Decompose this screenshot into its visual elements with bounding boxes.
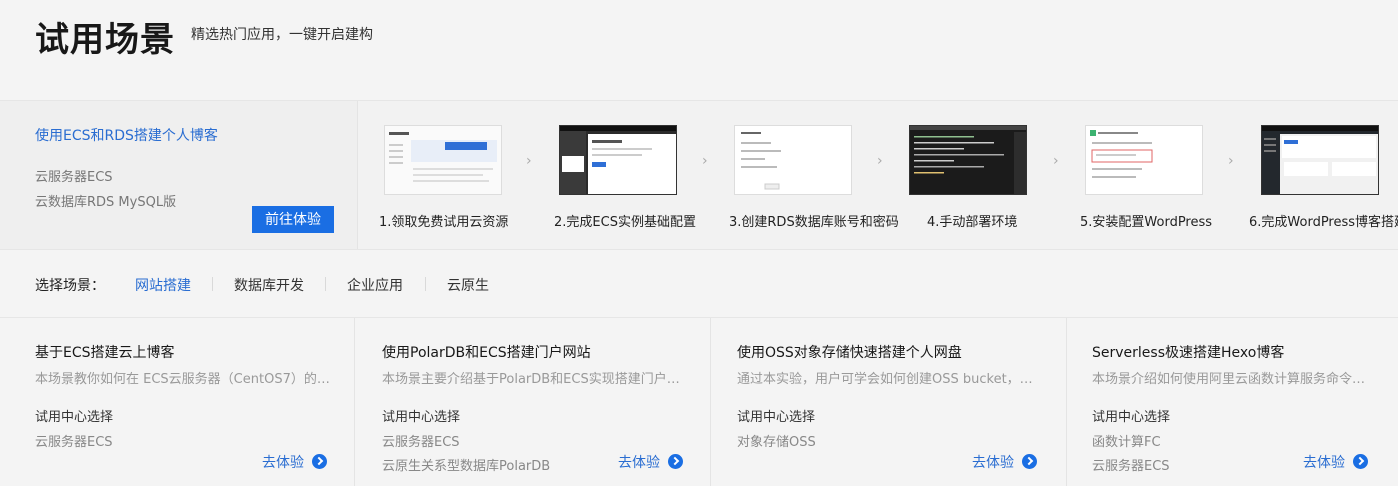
scenario-card: Serverless极速搭建Hexo博客 本场景介绍如何使用阿里云函数计算服务命…: [1068, 318, 1398, 486]
chevron-right-icon: ›: [1228, 153, 1234, 169]
chevron-right-icon: ›: [702, 153, 708, 169]
scenario-card: 使用PolarDB和ECS搭建门户网站 本场景主要介绍基于PolarDB和ECS…: [356, 318, 711, 486]
card-title[interactable]: Serverless极速搭建Hexo博客: [1092, 342, 1284, 362]
try-button[interactable]: 去体验: [972, 452, 1037, 472]
featured-info: 使用ECS和RDS搭建个人博客 云服务器ECS 云数据库RDS MySQL版 前…: [0, 101, 358, 249]
step-label: 4.手动部署环境: [927, 215, 1018, 230]
chevron-right-icon: ›: [526, 153, 532, 169]
step-label: 2.完成ECS实例基础配置: [554, 215, 696, 230]
tab-website[interactable]: 网站搭建: [135, 275, 191, 295]
tab-divider: [325, 277, 326, 291]
card-product: 云服务器ECS: [382, 435, 460, 450]
arrow-circle-icon: [1022, 454, 1037, 469]
step-label: 1.领取免费试用云资源: [379, 215, 509, 230]
card-description: 通过本实验，用户可学会如何创建OSS bucket，并利用OSS搭建个人网盘: [737, 372, 1037, 387]
chevron-right-icon: ›: [1053, 153, 1059, 169]
step-label: 5.安装配置WordPress: [1080, 215, 1213, 230]
page-header: 试用场景 精选热门应用，一键开启建构: [0, 0, 1398, 100]
try-label: 去体验: [972, 455, 1014, 471]
tab-enterprise[interactable]: 企业应用: [347, 275, 403, 295]
card-center-label: 试用中心选择: [1092, 410, 1171, 425]
card-description: 本场景教你如何在 ECS云服务器（CentOS7）的环境中搭建WordPress…: [35, 372, 335, 387]
card-description: 本场景主要介绍基于PolarDB和ECS实现搭建门户网站。: [382, 372, 682, 387]
card-product: 对象存储OSS: [737, 435, 816, 450]
card-center-label: 试用中心选择: [382, 410, 461, 425]
page-title: 试用场景: [35, 20, 175, 60]
try-label: 去体验: [618, 455, 660, 471]
featured-title-link[interactable]: 使用ECS和RDS搭建个人博客: [35, 125, 218, 145]
try-label: 去体验: [1303, 455, 1345, 471]
scenario-tabs: 选择场景： 网站搭建 数据库开发 企业应用 云原生: [0, 250, 1398, 318]
featured-product: 云服务器ECS: [35, 170, 113, 185]
chevron-right-icon: ›: [877, 153, 883, 169]
scenario-card: 使用OSS对象存储快速搭建个人网盘 通过本实验，用户可学会如何创建OSS buc…: [712, 318, 1067, 486]
step-thumbnail: [734, 125, 852, 195]
step-thumbnail: [559, 125, 677, 195]
card-center-label: 试用中心选择: [737, 410, 816, 425]
try-button[interactable]: 去体验: [262, 452, 327, 472]
scenario-card: 基于ECS搭建云上博客 本场景教你如何在 ECS云服务器（CentOS7）的环境…: [0, 318, 355, 486]
page-subtitle: 精选热门应用，一键开启建构: [191, 27, 373, 43]
card-product: 云原生关系型数据库PolarDB: [382, 459, 551, 474]
step-thumbnail: [1085, 125, 1203, 195]
try-now-button[interactable]: 前往体验: [252, 206, 334, 233]
arrow-circle-icon: [312, 454, 327, 469]
try-button[interactable]: 去体验: [618, 452, 683, 472]
tab-database[interactable]: 数据库开发: [234, 275, 304, 295]
arrow-circle-icon: [668, 454, 683, 469]
card-description: 本场景介绍如何使用阿里云函数计算服务命令行工具快速搭建Hexo博客: [1092, 372, 1370, 387]
step-label: 3.创建RDS数据库账号和密码: [729, 215, 899, 230]
tab-divider: [212, 277, 213, 291]
tab-divider: [425, 277, 426, 291]
scenario-cards: 基于ECS搭建云上博客 本场景教你如何在 ECS云服务器（CentOS7）的环境…: [0, 318, 1398, 486]
step-thumbnail: [1261, 125, 1379, 195]
card-title[interactable]: 使用OSS对象存储快速搭建个人网盘: [737, 342, 962, 362]
card-product: 函数计算FC: [1092, 435, 1161, 450]
featured-scenario: 使用ECS和RDS搭建个人博客 云服务器ECS 云数据库RDS MySQL版 前…: [0, 100, 1398, 250]
card-center-label: 试用中心选择: [35, 410, 114, 425]
arrow-circle-icon: [1353, 454, 1368, 469]
try-button[interactable]: 去体验: [1303, 452, 1368, 472]
card-product: 云服务器ECS: [1092, 459, 1170, 474]
tabs-label: 选择场景：: [35, 278, 105, 294]
step-thumbnail: [909, 125, 1027, 195]
card-title[interactable]: 基于ECS搭建云上博客: [35, 342, 175, 362]
tab-cloud-native[interactable]: 云原生: [447, 275, 489, 295]
card-title[interactable]: 使用PolarDB和ECS搭建门户网站: [382, 342, 591, 362]
try-label: 去体验: [262, 455, 304, 471]
step-thumbnail: [384, 125, 502, 195]
card-product: 云服务器ECS: [35, 435, 113, 450]
featured-product: 云数据库RDS MySQL版: [35, 195, 177, 210]
step-label: 6.完成WordPress博客搭建: [1249, 215, 1398, 230]
